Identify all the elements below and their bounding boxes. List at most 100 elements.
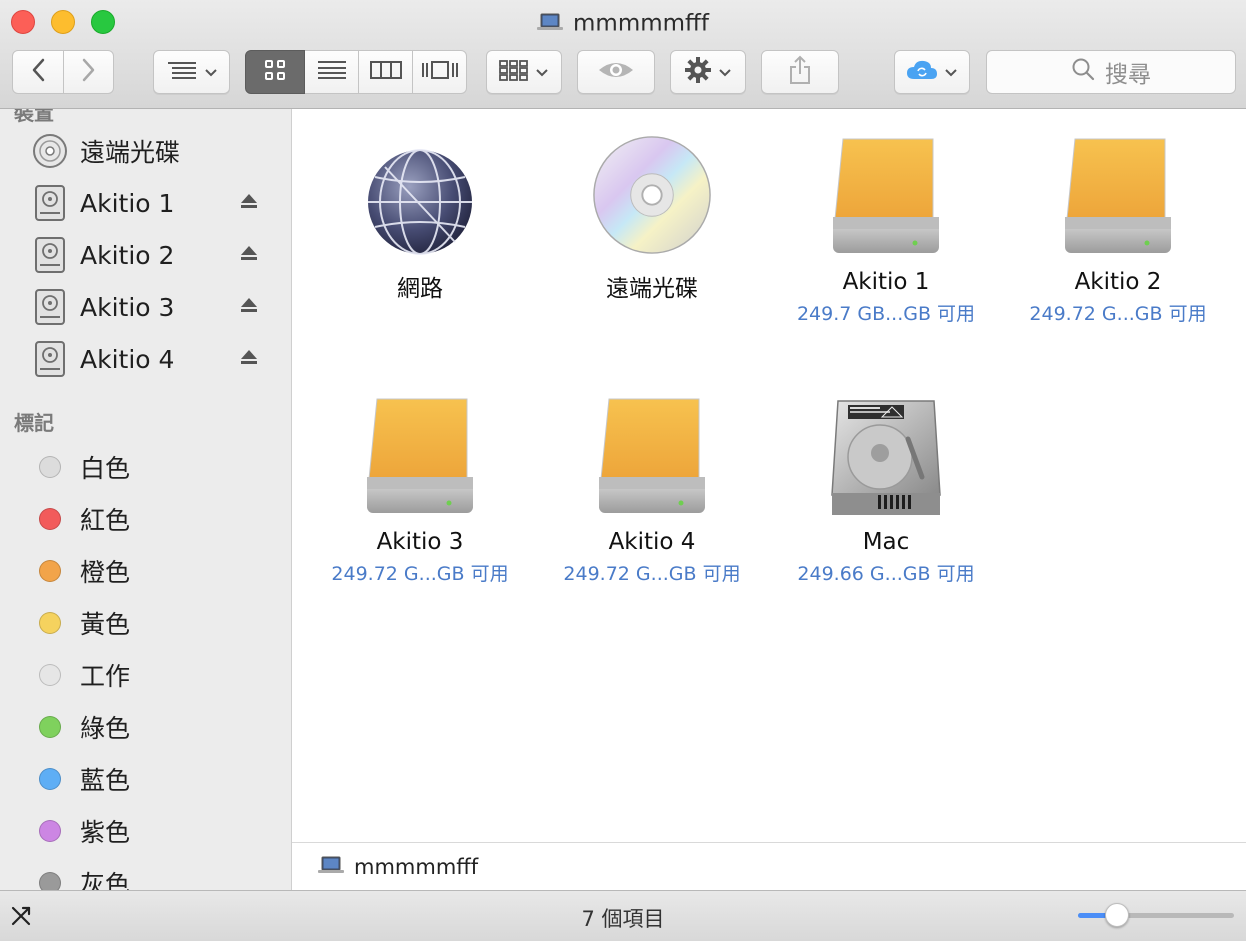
list-view-button[interactable] xyxy=(305,50,359,94)
sidebar: 裝置 遠端光碟 Akitio 1 Akitio 2 Akitio 3 Akiti… xyxy=(0,109,292,890)
cover-flow-button[interactable] xyxy=(413,50,467,94)
sidebar-tag-gray[interactable]: 灰色 xyxy=(0,857,291,890)
item-count: 7 個項目 xyxy=(581,907,665,931)
forward-button[interactable] xyxy=(64,50,114,94)
eject-icon[interactable] xyxy=(240,244,258,266)
external-drive-icon xyxy=(826,127,946,257)
item-info: 249.72 G...GB 可用 xyxy=(331,563,509,585)
sidebar-item-akitio-1[interactable]: Akitio 1 xyxy=(0,177,291,229)
path-bar: mmmmmfff xyxy=(292,842,1246,891)
item-info: 249.72 G...GB 可用 xyxy=(563,563,741,585)
grid-item-network[interactable]: 網路 xyxy=(310,127,530,303)
external-drive-icon xyxy=(360,387,480,517)
grid-item-remote-disc[interactable]: 遠端光碟 xyxy=(542,127,762,303)
search-field[interactable]: 搜尋 xyxy=(986,50,1236,94)
group-icon xyxy=(499,59,529,85)
arrange-button[interactable] xyxy=(153,50,230,94)
history-navigation xyxy=(12,50,114,94)
sidebar-item-remote-disc[interactable]: 遠端光碟 xyxy=(0,125,291,177)
coverflow-icon xyxy=(421,60,459,84)
grid-item-akitio-2[interactable]: Akitio 2 249.72 G...GB 可用 xyxy=(1008,127,1228,326)
sidebar-heading-tags: 標記 xyxy=(14,411,54,435)
sidebar-item-akitio-4[interactable]: Akitio 4 xyxy=(0,333,291,385)
tag-color-dot xyxy=(39,612,61,634)
chevron-down-icon xyxy=(204,63,218,82)
optical-disc-icon xyxy=(592,127,712,257)
disk-icon xyxy=(31,340,69,378)
eject-icon[interactable] xyxy=(240,348,258,370)
share-icon xyxy=(788,55,812,89)
titlebar: mmmmmfff 搜尋 xyxy=(0,0,1246,109)
grid-item-akitio-1[interactable]: Akitio 1 249.7 GB...GB 可用 xyxy=(776,127,996,326)
eject-icon[interactable] xyxy=(240,296,258,318)
item-name: 遠端光碟 xyxy=(606,276,698,302)
disk-icon xyxy=(31,288,69,326)
tag-color-dot xyxy=(39,508,61,530)
gear-icon xyxy=(684,56,712,88)
external-drive-icon xyxy=(1058,127,1178,257)
item-info: 249.72 G...GB 可用 xyxy=(1029,303,1207,325)
item-info: 249.7 GB...GB 可用 xyxy=(796,303,976,325)
grid-item-mac[interactable]: Mac 249.66 G...GB 可用 xyxy=(776,387,996,586)
sidebar-item-akitio-3[interactable]: Akitio 3 xyxy=(0,281,291,333)
sidebar-heading-devices: 裝置 xyxy=(14,109,54,125)
item-info: 249.66 G...GB 可用 xyxy=(797,563,975,585)
chevron-right-icon xyxy=(82,58,96,86)
grid-item-akitio-3[interactable]: Akitio 3 249.72 G...GB 可用 xyxy=(310,387,530,586)
item-name: Akitio 1 xyxy=(842,269,930,295)
sidebar-item-akitio-2[interactable]: Akitio 2 xyxy=(0,229,291,281)
file-browser-icon-view: 網路 遠端光碟 Akitio 1 249.7 GB...GB 可用 Akitio… xyxy=(292,109,1246,841)
sidebar-tag-orange[interactable]: 橙色 xyxy=(0,545,291,597)
sidebar-tag-work[interactable]: 工作 xyxy=(0,649,291,701)
icon-view-button[interactable] xyxy=(245,50,305,94)
item-name: Akitio 3 xyxy=(376,529,464,555)
quick-look-button[interactable] xyxy=(577,50,655,94)
sidebar-tag-yellow[interactable]: 黃色 xyxy=(0,597,291,649)
share-button[interactable] xyxy=(761,50,839,94)
cd-icon xyxy=(31,132,69,170)
chevron-down-icon xyxy=(535,63,549,82)
eject-icon[interactable] xyxy=(240,192,258,214)
action-button[interactable] xyxy=(670,50,746,94)
tag-color-dot xyxy=(39,456,61,478)
sidebar-tag-purple[interactable]: 紫色 xyxy=(0,805,291,857)
icon-size-slider-knob[interactable] xyxy=(1105,903,1129,927)
disk-icon xyxy=(31,184,69,222)
item-name: Mac xyxy=(862,529,910,555)
sidebar-tag-white[interactable]: 白色 xyxy=(0,441,291,493)
sidebar-tag-blue[interactable]: 藍色 xyxy=(0,753,291,805)
chevron-left-icon xyxy=(31,58,45,86)
grid-icon xyxy=(264,59,286,85)
status-bar: 7 個項目 xyxy=(0,890,1246,941)
search-placeholder: 搜尋 xyxy=(1105,62,1151,88)
item-name: Akitio 2 xyxy=(1074,269,1162,295)
path-bar-item[interactable]: mmmmmfff xyxy=(354,855,478,879)
laptop-icon xyxy=(537,9,564,39)
chevron-down-icon xyxy=(718,63,732,82)
window-title: mmmmmfff xyxy=(0,8,1246,38)
internal-hard-drive-icon xyxy=(826,387,946,517)
tag-color-dot xyxy=(39,820,61,842)
back-button[interactable] xyxy=(12,50,64,94)
grid-item-akitio-4[interactable]: Akitio 4 249.72 G...GB 可用 xyxy=(542,387,762,586)
tag-color-dot xyxy=(39,872,61,890)
search-icon xyxy=(1071,57,1095,87)
item-name: 網路 xyxy=(397,276,443,302)
column-view-button[interactable] xyxy=(359,50,413,94)
sidebar-tag-red[interactable]: 紅色 xyxy=(0,493,291,545)
view-mode-segment xyxy=(245,50,467,94)
columns-icon xyxy=(369,60,402,84)
disk-icon xyxy=(31,236,69,274)
sidebar-tag-green[interactable]: 綠色 xyxy=(0,701,291,753)
chevron-down-icon xyxy=(944,63,958,82)
tag-color-dot xyxy=(39,768,61,790)
icloud-sync-icon xyxy=(906,59,938,85)
laptop-icon xyxy=(318,856,344,878)
eye-icon xyxy=(597,59,635,85)
icloud-button[interactable] xyxy=(894,50,970,94)
list-icon xyxy=(317,60,347,84)
item-name: Akitio 4 xyxy=(608,529,696,555)
group-button[interactable] xyxy=(486,50,562,94)
external-drive-icon xyxy=(592,387,712,517)
tag-color-dot xyxy=(39,716,61,738)
